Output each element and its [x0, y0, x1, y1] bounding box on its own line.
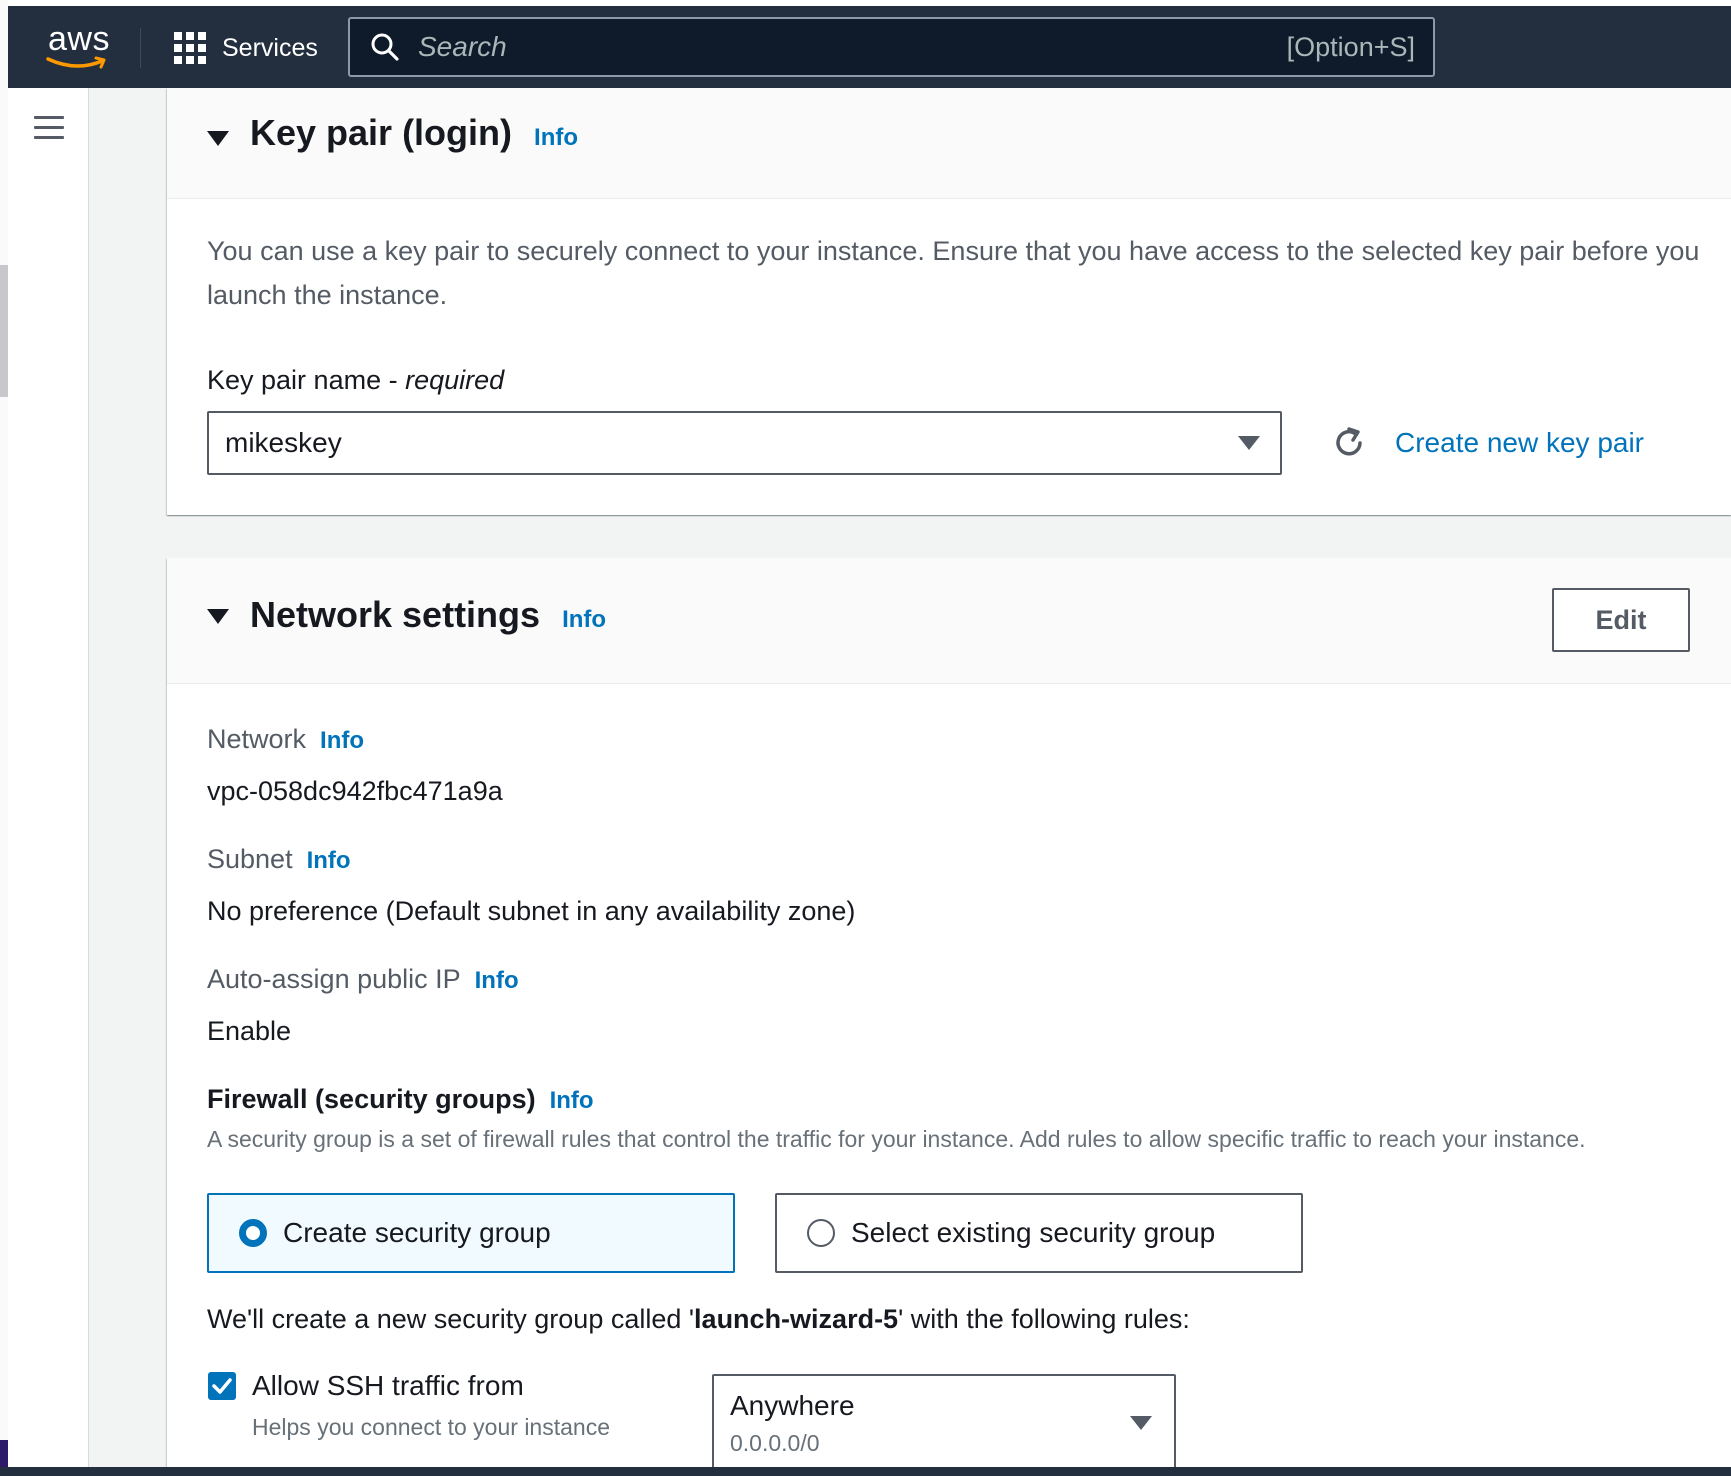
collapse-caret-icon[interactable] [207, 609, 229, 624]
refresh-icon[interactable] [1331, 425, 1367, 461]
firewall-title-row: Firewall (security groups) Info [207, 1084, 594, 1115]
firewall-info-link[interactable]: Info [550, 1087, 594, 1115]
search-icon [371, 33, 399, 61]
aws-smile-icon [46, 56, 106, 69]
menu-icon[interactable] [34, 116, 64, 140]
window-left-edge [0, 0, 8, 1476]
aws-logo[interactable]: aws [42, 20, 112, 74]
key-pair-description: You can use a key pair to securely conne… [207, 236, 1700, 310]
key-pair-panel-header[interactable]: Key pair (login) Info [167, 88, 1731, 199]
network-settings-header[interactable]: Network settings Info Edit [167, 558, 1731, 684]
left-edge-strip [0, 265, 8, 397]
nav-divider [140, 28, 141, 68]
chevron-down-icon [1130, 1416, 1152, 1430]
chevron-down-icon [1238, 436, 1260, 450]
select-existing-security-group-option[interactable]: Select existing security group [775, 1193, 1303, 1273]
public-ip-info-link[interactable]: Info [475, 967, 519, 995]
network-title-row: Network settings Info [250, 594, 606, 636]
subnet-value: No preference (Default subnet in any ava… [207, 896, 856, 926]
radio-selected-icon [239, 1219, 267, 1247]
allow-ssh-description: Helps you connect to your instance [252, 1414, 610, 1440]
allow-ssh-checkbox[interactable] [208, 1372, 236, 1400]
network-settings-panel: Network settings Info Edit Network Info … [167, 558, 1731, 1476]
create-new-key-pair-link[interactable]: Create new key pair [1395, 427, 1644, 459]
key-pair-selected-value: mikeskey [225, 427, 342, 458]
top-navigation-bar: aws Services [Option+S] [8, 6, 1731, 88]
services-menu-button[interactable]: Services [174, 28, 318, 68]
public-ip-value: Enable [207, 1016, 292, 1046]
aws-logo-text: aws [48, 20, 110, 58]
allow-ssh-label[interactable]: Allow SSH traffic from [252, 1370, 524, 1402]
search-input[interactable] [418, 31, 1287, 63]
ssh-source-value: Anywhere [730, 1390, 855, 1421]
key-pair-panel: Key pair (login) Info You can use a key … [167, 88, 1731, 515]
side-navigation [8, 88, 89, 1467]
network-info-link[interactable]: Info [320, 727, 364, 755]
radio-unselected-icon [807, 1219, 835, 1247]
network-label: Network Info [207, 724, 365, 755]
create-security-group-label: Create security group [283, 1217, 551, 1248]
key-pair-title: Key pair (login) [250, 112, 513, 153]
subnet-label: Subnet Info [207, 844, 351, 875]
security-group-name: launch-wizard-5 [694, 1304, 899, 1334]
firewall-description: A security group is a set of firewall ru… [207, 1126, 1586, 1152]
firewall-title: Firewall (security groups) [207, 1084, 536, 1114]
required-marker: required [405, 365, 505, 395]
app-frame: aws Services [Option+S] [0, 0, 1731, 1476]
edit-button[interactable]: Edit [1552, 588, 1690, 652]
ssh-source-cidr: 0.0.0.0/0 [730, 1430, 820, 1456]
subnet-info-link[interactable]: Info [307, 847, 351, 875]
create-security-group-option[interactable]: Create security group [207, 1193, 735, 1273]
services-label: Services [222, 33, 318, 62]
network-value: vpc-058dc942fbc471a9a [207, 776, 503, 806]
network-settings-info-link[interactable]: Info [562, 606, 606, 634]
key-pair-title-row: Key pair (login) Info [250, 112, 578, 154]
security-group-create-note: We'll create a new security group called… [207, 1304, 1190, 1334]
collapse-caret-icon[interactable] [207, 131, 229, 146]
global-search[interactable]: [Option+S] [348, 17, 1435, 77]
grid-icon [174, 32, 206, 64]
checkmark-icon [212, 1378, 232, 1394]
public-ip-label: Auto-assign public IP Info [207, 964, 519, 995]
search-shortcut-hint: [Option+S] [1286, 31, 1415, 62]
key-pair-name-label: Key pair name - required [207, 365, 505, 395]
key-pair-select[interactable]: mikeskey [207, 411, 1282, 475]
ssh-source-select[interactable]: Anywhere 0.0.0.0/0 [712, 1374, 1176, 1474]
select-existing-security-group-label: Select existing security group [851, 1217, 1216, 1248]
window-bottom-edge [0, 1467, 1731, 1476]
key-pair-info-link[interactable]: Info [534, 124, 578, 152]
network-settings-title: Network settings [250, 594, 541, 635]
